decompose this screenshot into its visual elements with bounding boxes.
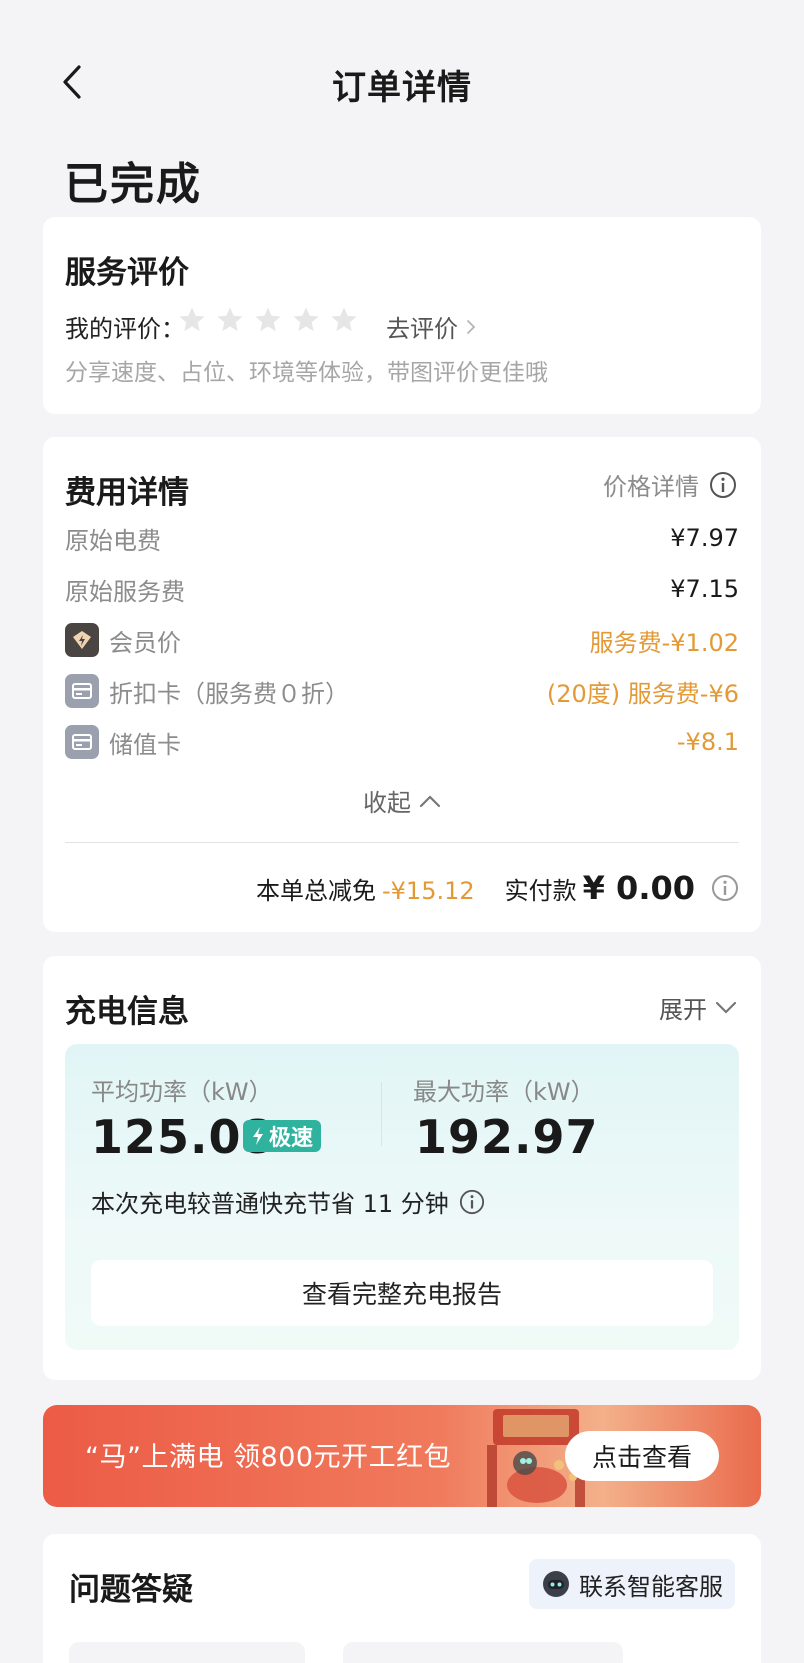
info-icon [710, 471, 736, 498]
time-saved-text: 本次充电较普通快充节省 11 分钟 [91, 1190, 449, 1218]
star-icon[interactable] [253, 305, 283, 335]
rating-stars[interactable] [177, 305, 359, 335]
rating-hint: 分享速度、占位、环境等体验，带图评价更佳哦 [65, 360, 548, 386]
total-discount-value: -¥15.12 [382, 877, 475, 905]
fee-row: 储值卡 -¥8.1 [65, 722, 739, 762]
info-icon[interactable] [459, 1189, 485, 1215]
star-icon[interactable] [177, 305, 207, 335]
star-icon[interactable] [291, 305, 321, 335]
contact-service-label: 联系智能客服 [579, 1572, 723, 1601]
fee-row-value: -¥8.1 [676, 728, 739, 756]
page-title: 订单详情 [332, 68, 472, 108]
faq-tile[interactable] [343, 1642, 623, 1663]
view-report-button[interactable]: 查看完整充电报告 [91, 1260, 713, 1326]
fee-row-value: 服务费-¥1.02 [589, 628, 739, 657]
info-icon[interactable] [711, 874, 739, 902]
charge-title: 充电信息 [65, 994, 189, 1030]
time-saved-note: 本次充电较普通快充节省 11 分钟 [91, 1184, 485, 1219]
collapse-label: 收起 [363, 789, 411, 817]
fee-row: 原始电费 ¥7.97 [65, 518, 739, 558]
banner-text: “马”上满电 领800元开工红包 [85, 1442, 452, 1473]
member-bolt-icon [65, 623, 99, 657]
fee-row: 原始服务费 ¥7.15 [65, 569, 739, 609]
card-icon [65, 674, 99, 708]
star-icon[interactable] [329, 305, 359, 335]
fee-details-card: 费用详情 价格详情 原始电费 ¥7.97 原始服务费 ¥7.15 会员价 服务费… [43, 437, 761, 932]
fee-row-label: 会员价 [109, 628, 181, 657]
avg-power-label: 平均功率（kW） [91, 1078, 273, 1106]
go-rate-link[interactable]: 去评价 [386, 309, 476, 344]
service-rating-card: 服务评价 我的评价： 去评价 分享速度、占位、环境等体验，带图评价更佳哦 [43, 217, 761, 414]
card-icon [65, 725, 99, 759]
chevron-up-icon [419, 794, 441, 807]
go-rate-label: 去评价 [386, 315, 458, 343]
fee-row-label: 原始电费 [65, 526, 161, 555]
robot-icon [543, 1571, 569, 1597]
fee-row-label: 储值卡 [109, 730, 181, 759]
stored-value-card-label-group: 储值卡 [65, 725, 181, 760]
expand-label: 展开 [659, 996, 707, 1024]
fast-badge-label: 极速 [269, 1126, 314, 1151]
chevron-down-icon [715, 1001, 737, 1014]
faq-card: 问题答疑 联系智能客服 [43, 1534, 761, 1663]
discount-card-label-group: 折扣卡（服务费０折） [65, 674, 349, 709]
fee-row: 会员价 服务费-¥1.02 [65, 620, 739, 660]
max-power-label: 最大功率（kW） [413, 1078, 595, 1106]
fee-row-value: ¥7.97 [670, 524, 739, 552]
expand-button[interactable]: 展开 [659, 990, 737, 1025]
fee-row-value: (20度) 服务费-¥6 [546, 679, 739, 708]
price-detail-link[interactable]: 价格详情 [603, 467, 737, 502]
divider [381, 1082, 382, 1146]
charging-info-card: 充电信息 展开 平均功率（kW） 125.08 极速 最大功率（kW） 192.… [43, 956, 761, 1380]
divider [65, 842, 739, 843]
fee-title: 费用详情 [65, 475, 189, 511]
paid-label: 实付款 [504, 877, 577, 905]
faq-title: 问题答疑 [69, 1572, 193, 1608]
paid-value: ¥ 0.00 [582, 869, 695, 907]
star-icon[interactable] [215, 305, 245, 335]
max-power-value: 192.97 [415, 1110, 599, 1164]
faq-tile[interactable] [69, 1642, 305, 1663]
my-rating-label: 我的评价： [65, 315, 185, 343]
rating-title: 服务评价 [65, 255, 189, 291]
promo-banner[interactable]: “马”上满电 领800元开工红包 点击查看 [43, 1405, 761, 1507]
fee-row-label: 原始服务费 [65, 577, 185, 606]
fee-row-label: 折扣卡（服务费０折） [109, 679, 349, 708]
chevron-right-icon [467, 319, 476, 334]
contact-service-button[interactable]: 联系智能客服 [529, 1559, 735, 1609]
fee-row-value: ¥7.15 [670, 575, 739, 603]
price-detail-label: 价格详情 [603, 473, 699, 501]
fee-totals: 本单总减免 -¥15.12 实付款 ¥ 0.00 [256, 869, 739, 907]
power-summary: 平均功率（kW） 125.08 极速 最大功率（kW） 192.97 本次充电较… [65, 1044, 739, 1350]
page-header: 订单详情 已完成 [0, 0, 804, 210]
banner-view-button[interactable]: 点击查看 [565, 1431, 719, 1481]
bolt-icon [253, 1127, 263, 1145]
fee-row: 折扣卡（服务费０折） (20度) 服务费-¥6 [65, 671, 739, 711]
fast-badge: 极速 [243, 1120, 322, 1152]
collapse-button[interactable]: 收起 [43, 783, 761, 818]
total-discount-label: 本单总减免 [256, 877, 376, 905]
order-status: 已完成 [64, 159, 202, 210]
member-price-label-group: 会员价 [65, 623, 181, 658]
